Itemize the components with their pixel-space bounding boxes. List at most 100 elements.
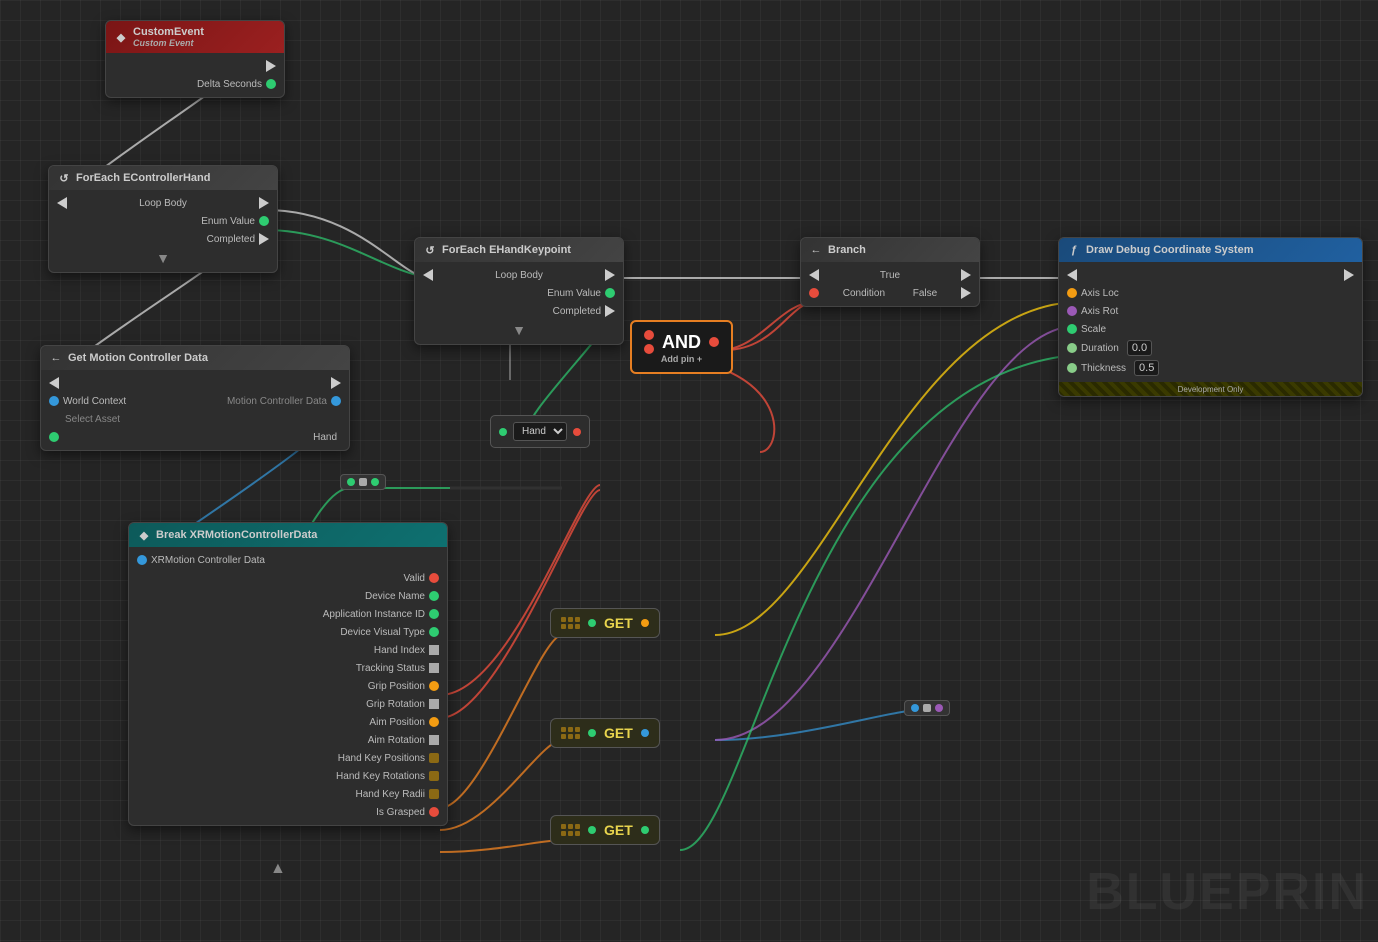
device-name-row: Device Name xyxy=(129,587,447,605)
connector-2-pin-2[interactable] xyxy=(923,704,931,712)
thickness-value[interactable]: 0.5 xyxy=(1134,360,1159,376)
device-visual-row: Device Visual Type xyxy=(129,623,447,641)
axis-rot-pin[interactable] xyxy=(1067,306,1077,316)
duration-value[interactable]: 0.0 xyxy=(1127,340,1152,356)
draw-exec-row xyxy=(1059,266,1362,284)
aim-position-row: Aim Position xyxy=(129,713,447,731)
foreach-controller-header: ↺ ForEach EControllerHand xyxy=(49,166,277,190)
bottom-expand-indicator[interactable]: ▲ xyxy=(270,860,286,878)
aim-rotation-label: Aim Rotation xyxy=(368,735,425,746)
hand-index-pin[interactable] xyxy=(429,645,439,655)
get-node-2-out[interactable] xyxy=(641,729,649,737)
branch-false-pin[interactable] xyxy=(961,287,971,299)
draw-exec-out[interactable] xyxy=(1344,269,1354,281)
branch-true-pin[interactable] xyxy=(961,269,971,281)
device-name-pin[interactable] xyxy=(429,591,439,601)
foreach-controller-title: ForEach EControllerHand xyxy=(76,172,210,184)
hand-dropdown-out-pin[interactable] xyxy=(573,428,581,436)
valid-pin[interactable] xyxy=(429,573,439,583)
get-node-3-out[interactable] xyxy=(641,826,649,834)
scale-pin[interactable] xyxy=(1067,324,1077,334)
branch-false-label: False xyxy=(913,288,937,299)
aim-rotation-pin[interactable] xyxy=(429,735,439,745)
and-in-pin-2[interactable] xyxy=(644,344,654,354)
keypoint-expand-icon[interactable]: ▼ xyxy=(512,322,526,338)
controller-expand-icon[interactable]: ▼ xyxy=(156,250,170,266)
foreach-controller-icon: ↺ xyxy=(57,171,71,185)
world-context-row: World Context Motion Controller Data xyxy=(41,392,349,410)
controller-exec-in-pin[interactable] xyxy=(57,197,67,209)
small-connector-1 xyxy=(340,474,386,490)
delta-seconds-pin[interactable] xyxy=(266,79,276,89)
get-motion-exec-in[interactable] xyxy=(49,377,59,389)
dev-only-label: Development Only xyxy=(1178,385,1244,394)
keypoint-loop-pin[interactable] xyxy=(605,269,615,281)
branch-condition-label: Condition xyxy=(843,288,885,299)
hand-key-positions-pin[interactable] xyxy=(429,753,439,763)
get-node-3-in[interactable] xyxy=(588,826,596,834)
app-instance-pin[interactable] xyxy=(429,609,439,619)
connector-pin-3[interactable] xyxy=(371,478,379,486)
hand-pin[interactable] xyxy=(49,432,59,442)
keypoint-expand-row: ▼ xyxy=(415,320,623,340)
branch-exec-in[interactable] xyxy=(809,269,819,281)
keypoint-exec-in[interactable] xyxy=(423,269,433,281)
connector-2-pin-1[interactable] xyxy=(911,704,919,712)
keypoint-completed-pin[interactable] xyxy=(605,305,615,317)
get-node-2: GET xyxy=(550,718,660,748)
world-context-label: World Context xyxy=(63,396,126,407)
controller-exec-row: Loop Body xyxy=(49,194,277,212)
aim-rotation-row: Aim Rotation xyxy=(129,731,447,749)
grip-rotation-pin[interactable] xyxy=(429,699,439,709)
tracking-status-pin[interactable] xyxy=(429,663,439,673)
hand-key-radii-pin[interactable] xyxy=(429,789,439,799)
grip-rotation-label: Grip Rotation xyxy=(366,699,425,710)
controller-expand-row: ▼ xyxy=(49,248,277,268)
hand-key-rotations-pin[interactable] xyxy=(429,771,439,781)
keypoint-completed-label: Completed xyxy=(553,306,601,317)
get-node-2-grid xyxy=(561,727,580,739)
grip-position-pin[interactable] xyxy=(429,681,439,691)
get-node-1-in[interactable] xyxy=(588,619,596,627)
world-context-pin[interactable] xyxy=(49,396,59,406)
blueprint-watermark: BLUEPRIN xyxy=(1086,862,1368,922)
motion-data-pin[interactable] xyxy=(331,396,341,406)
branch-exec-row: True xyxy=(801,266,979,284)
thickness-pin[interactable] xyxy=(1067,363,1077,373)
hand-dropdown-in-pin[interactable] xyxy=(499,428,507,436)
get-node-1-out[interactable] xyxy=(641,619,649,627)
hand-key-positions-label: Hand Key Positions xyxy=(338,753,425,764)
is-grasped-pin[interactable] xyxy=(429,807,439,817)
device-visual-pin[interactable] xyxy=(429,627,439,637)
connector-pin-1[interactable] xyxy=(347,478,355,486)
hand-dropdown-select[interactable]: Hand xyxy=(513,422,567,441)
get-node-1: GET xyxy=(550,608,660,638)
get-node-2-in[interactable] xyxy=(588,729,596,737)
get-node-1-grid xyxy=(561,617,580,629)
completed-pin[interactable] xyxy=(259,233,269,245)
and-in-pin-1[interactable] xyxy=(644,330,654,340)
branch-condition-pin[interactable] xyxy=(809,288,819,298)
custom-event-node: ◆ CustomEvent Custom Event Delta Seconds xyxy=(105,20,285,98)
and-out-pin[interactable] xyxy=(709,337,719,347)
aim-position-pin[interactable] xyxy=(429,717,439,727)
axis-loc-pin[interactable] xyxy=(1067,288,1077,298)
axis-rot-row: Axis Rot xyxy=(1059,302,1362,320)
connector-pin-2[interactable] xyxy=(359,478,367,486)
aim-position-label: Aim Position xyxy=(369,717,425,728)
and-add-pin-label[interactable]: Add pin + xyxy=(661,354,702,364)
enum-value-pin[interactable] xyxy=(259,216,269,226)
get-node-3: GET xyxy=(550,815,660,845)
keypoint-enum-pin[interactable] xyxy=(605,288,615,298)
get-motion-exec-out[interactable] xyxy=(331,377,341,389)
xr-motion-pin[interactable] xyxy=(137,555,147,565)
duration-pin[interactable] xyxy=(1067,343,1077,353)
connector-2-pin-3[interactable] xyxy=(935,704,943,712)
custom-event-exec-out-pin[interactable] xyxy=(266,60,276,72)
loop-body-pin[interactable] xyxy=(259,197,269,209)
custom-event-title: CustomEvent xyxy=(133,26,204,38)
draw-exec-in[interactable] xyxy=(1067,269,1077,281)
app-instance-label: Application Instance ID xyxy=(323,609,425,620)
is-grasped-row: Is Grasped xyxy=(129,803,447,821)
hand-key-rotations-row: Hand Key Rotations xyxy=(129,767,447,785)
